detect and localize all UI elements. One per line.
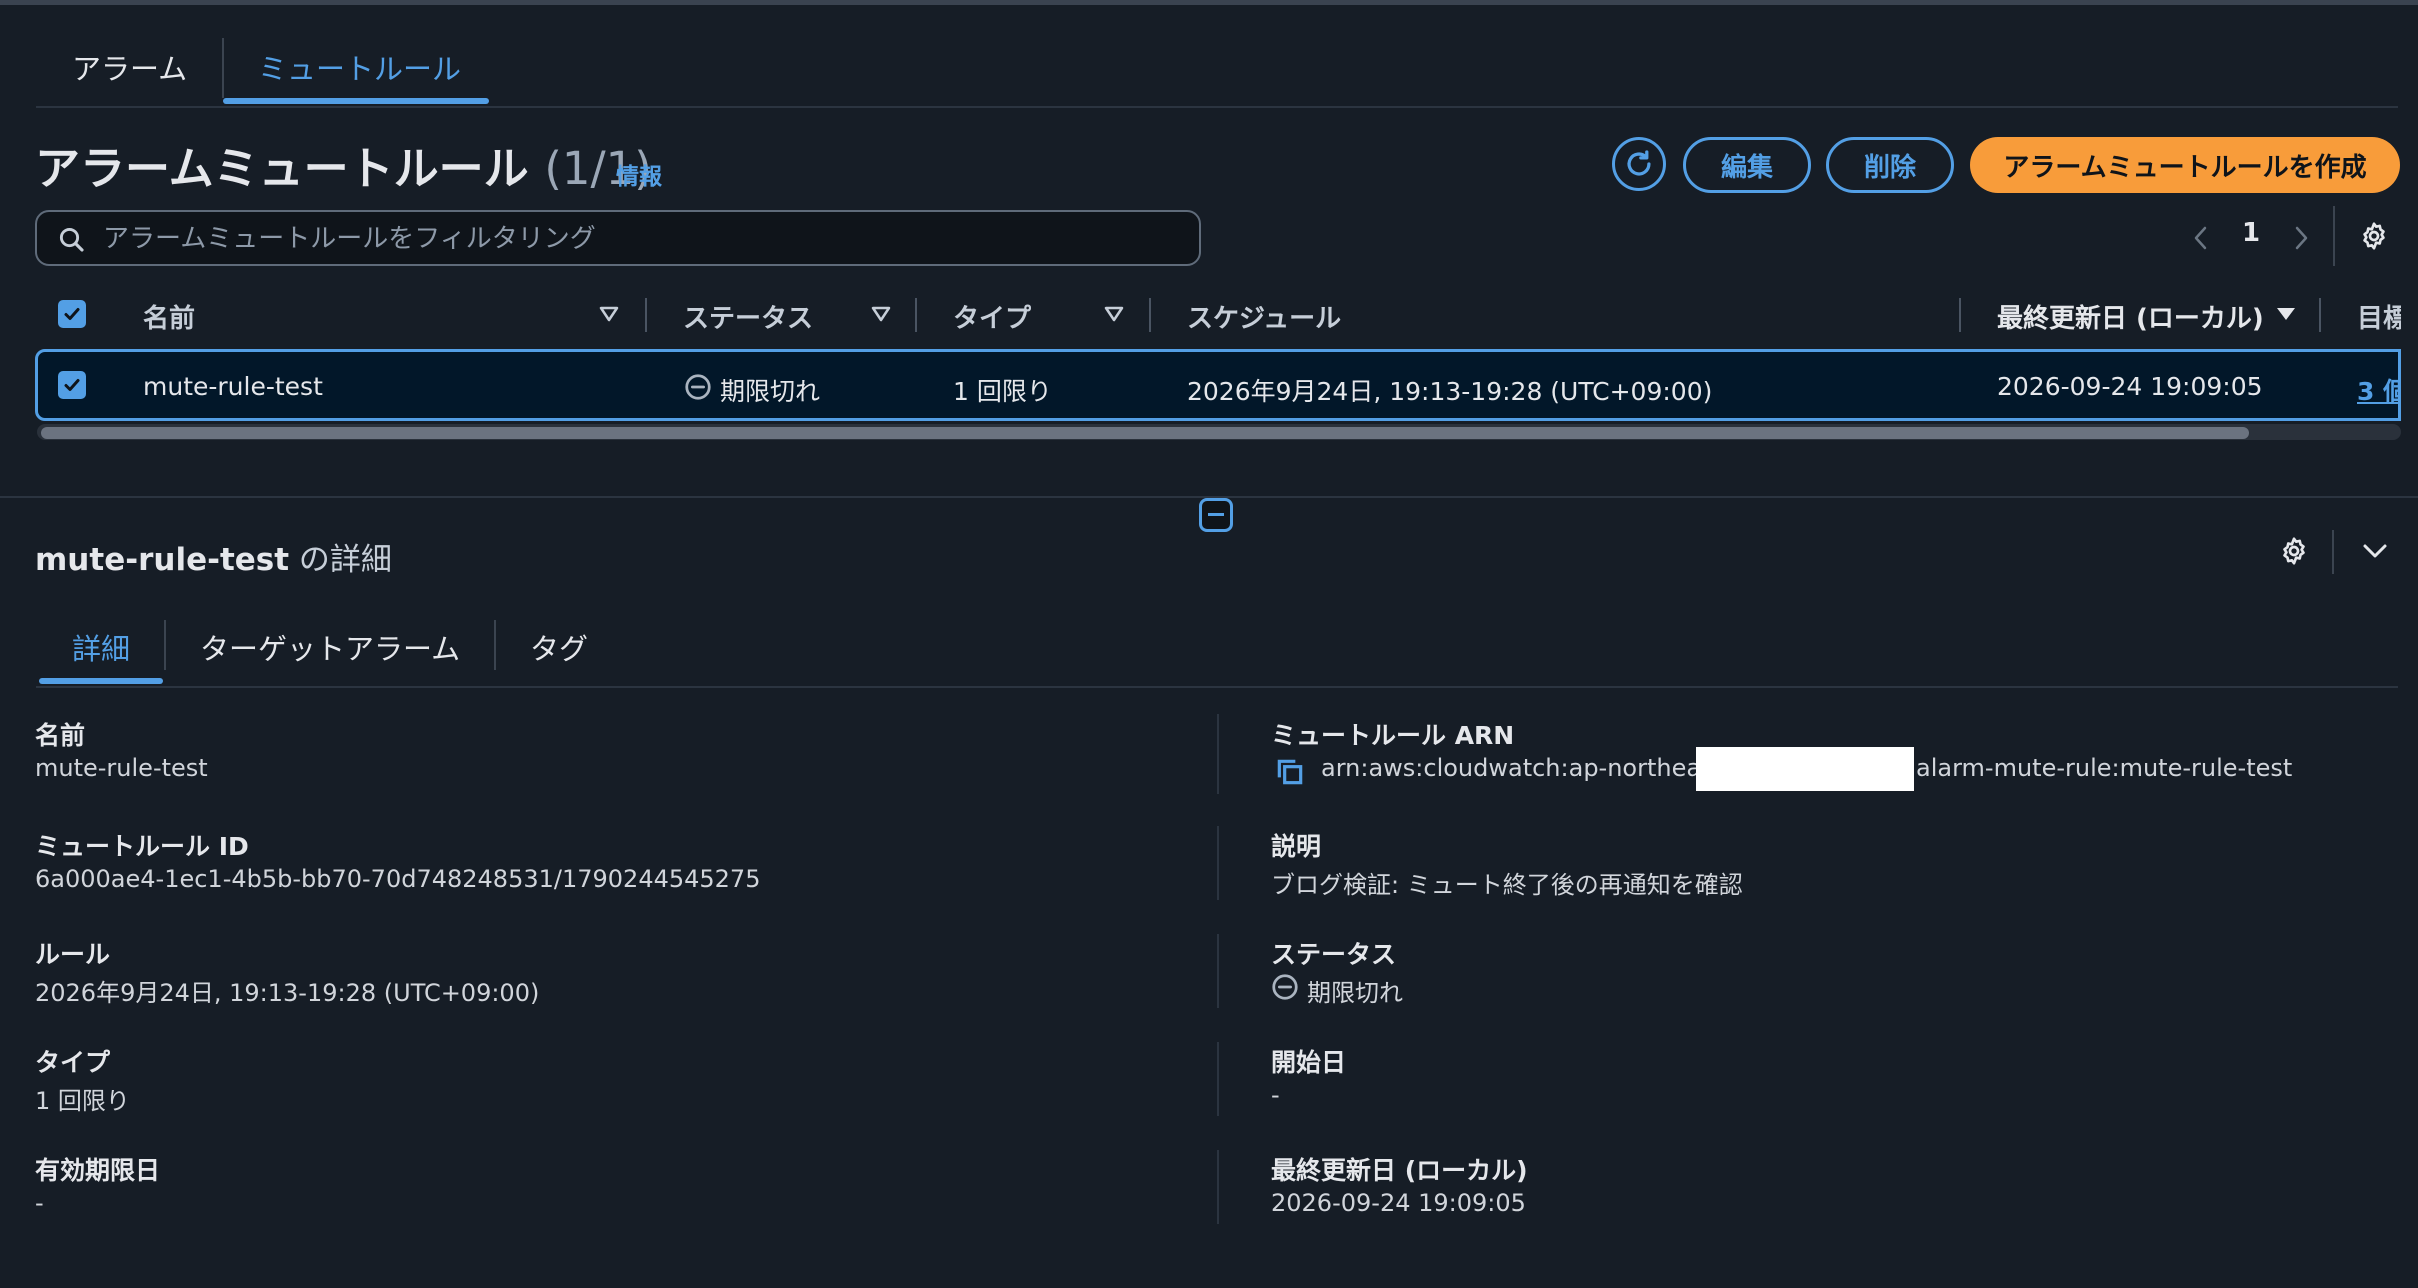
- main-tabs: アラーム ミュートルール: [36, 28, 2398, 108]
- status-label: ステータス: [1271, 940, 1397, 969]
- last-updated-value: 2026-09-24 19:09:05: [1271, 1189, 1526, 1217]
- tab-divider: [222, 38, 224, 98]
- create-mute-rule-button[interactable]: アラームミュートルールを作成: [1970, 137, 2400, 193]
- filter-icon[interactable]: [870, 304, 892, 324]
- column-header-type[interactable]: タイプ: [953, 298, 1031, 335]
- type-value: 1 回限り: [35, 1087, 130, 1115]
- expired-status-icon: [685, 374, 711, 400]
- tab-mute-rules[interactable]: ミュートルール: [258, 46, 461, 88]
- info-link[interactable]: 情報: [616, 157, 662, 191]
- mute-rules-table: 名前 ステータス タイプ スケジュール 最終更新日 (ローカル) 目標 mute…: [35, 288, 2401, 453]
- toolbar-divider: [2333, 206, 2335, 266]
- column-header-last-updated[interactable]: 最終更新日 (ローカル): [1997, 298, 2264, 335]
- start-date-label: 開始日: [1271, 1048, 1347, 1077]
- table-header: 名前 ステータス タイプ スケジュール 最終更新日 (ローカル) 目標: [35, 288, 2401, 340]
- arn-value-prefix: arn:aws:cloudwatch:ap-northeast: [1321, 754, 1723, 782]
- refresh-icon: [1627, 150, 1651, 176]
- gear-icon[interactable]: [2278, 535, 2310, 567]
- tab-alarms[interactable]: アラーム: [72, 46, 187, 88]
- chevron-right-icon[interactable]: [2290, 224, 2312, 252]
- arn-label: ミュートルール ARN: [1271, 721, 1515, 750]
- column-header-targets[interactable]: 目標: [2357, 298, 2401, 335]
- arn-value-suffix: alarm-mute-rule:mute-rule-test: [1916, 754, 2293, 782]
- type-label: タイプ: [35, 1048, 111, 1077]
- column-divider: [1217, 714, 1219, 794]
- expiry-date-value: -: [35, 1189, 44, 1217]
- column-header-schedule[interactable]: スケジュール: [1187, 298, 1341, 335]
- active-tab-indicator: [39, 678, 163, 684]
- check-icon: [64, 379, 80, 391]
- filter-search-input[interactable]: [101, 220, 1185, 258]
- column-divider: [1149, 298, 1151, 332]
- chevron-left-icon[interactable]: [2190, 224, 2212, 252]
- row-targets-link[interactable]: 3 個: [2357, 372, 2401, 408]
- split-handle-icon[interactable]: [1199, 498, 1233, 532]
- column-divider: [645, 298, 647, 332]
- filter-icon[interactable]: [598, 304, 620, 324]
- redacted-block: [1696, 747, 1914, 791]
- start-date-value: -: [1271, 1081, 1280, 1109]
- name-value: mute-rule-test: [35, 754, 208, 782]
- current-page[interactable]: 1: [2242, 218, 2260, 248]
- column-header-name[interactable]: 名前: [143, 298, 195, 335]
- copy-icon[interactable]: [1274, 756, 1306, 788]
- tab-tags[interactable]: タグ: [530, 626, 588, 668]
- gear-icon[interactable]: [2358, 220, 2390, 252]
- details-tabs: 詳細 ターゲットアラーム タグ: [36, 606, 2398, 688]
- refresh-button[interactable]: [1612, 137, 1666, 191]
- row-name: mute-rule-test: [143, 372, 323, 401]
- status-value: 期限切れ: [1307, 979, 1403, 1007]
- details-title-name: mute-rule-test: [35, 542, 290, 578]
- search-icon: [59, 227, 84, 252]
- rule-label: ルール: [35, 940, 111, 969]
- column-divider: [1217, 1150, 1219, 1224]
- column-header-status[interactable]: ステータス: [683, 298, 813, 335]
- tab-target-alarms[interactable]: ターゲットアラーム: [200, 626, 460, 668]
- expiry-date-label: 有効期限日: [35, 1156, 161, 1185]
- tab-divider: [494, 620, 496, 670]
- page-title: アラームミュートルール (1/1): [35, 132, 652, 197]
- details-panel-title: mute-rule-test の詳細: [35, 534, 392, 579]
- row-type: 1 回限り: [953, 377, 1052, 406]
- page-title-text: アラームミュートルール: [35, 142, 529, 195]
- chevron-down-icon[interactable]: [2360, 538, 2390, 564]
- mute-rule-id-label: ミュートルール ID: [35, 832, 249, 861]
- filter-icon[interactable]: [1103, 304, 1125, 324]
- mute-rule-id-value: 6a000ae4-1ec1-4b5b-bb70-70d748248531/179…: [35, 865, 761, 893]
- expired-status-icon: [1272, 974, 1298, 1000]
- panel-toolbar-divider: [2332, 530, 2334, 574]
- description-value: ブログ検証: ミュート終了後の再通知を確認: [1271, 871, 1743, 899]
- tab-details[interactable]: 詳細: [72, 626, 130, 668]
- row-last-updated: 2026-09-24 19:09:05: [1997, 372, 2263, 401]
- horizontal-scrollbar-thumb[interactable]: [41, 427, 2249, 439]
- select-all-checkbox[interactable]: [58, 300, 86, 328]
- active-tab-indicator: [223, 98, 489, 104]
- delete-button[interactable]: 削除: [1826, 137, 1954, 193]
- name-label: 名前: [35, 721, 86, 750]
- tab-divider: [164, 620, 166, 670]
- column-divider: [1217, 1042, 1219, 1116]
- row-schedule: 2026年9月24日, 19:13-19:28 (UTC+09:00): [1187, 377, 1713, 406]
- column-divider: [1217, 826, 1219, 900]
- check-icon: [64, 308, 80, 320]
- sort-down-icon[interactable]: [2275, 305, 2297, 323]
- details-title-suffix: の詳細: [289, 542, 392, 578]
- column-divider: [915, 298, 917, 332]
- last-updated-label: 最終更新日 (ローカル): [1271, 1156, 1528, 1185]
- filter-search-box: [35, 210, 1201, 266]
- rule-value: 2026年9月24日, 19:13-19:28 (UTC+09:00): [35, 979, 540, 1007]
- column-divider: [2319, 298, 2321, 332]
- column-divider: [1959, 298, 1961, 332]
- edit-button[interactable]: 編集: [1683, 137, 1811, 193]
- description-label: 説明: [1271, 832, 1322, 861]
- table-row[interactable]: mute-rule-test 期限切れ 1 回限り 2026年9月24日, 19…: [35, 349, 2401, 421]
- row-status: 期限切れ: [720, 377, 821, 406]
- column-divider: [1217, 934, 1219, 1008]
- row-checkbox[interactable]: [58, 371, 86, 399]
- top-border: [0, 0, 2418, 5]
